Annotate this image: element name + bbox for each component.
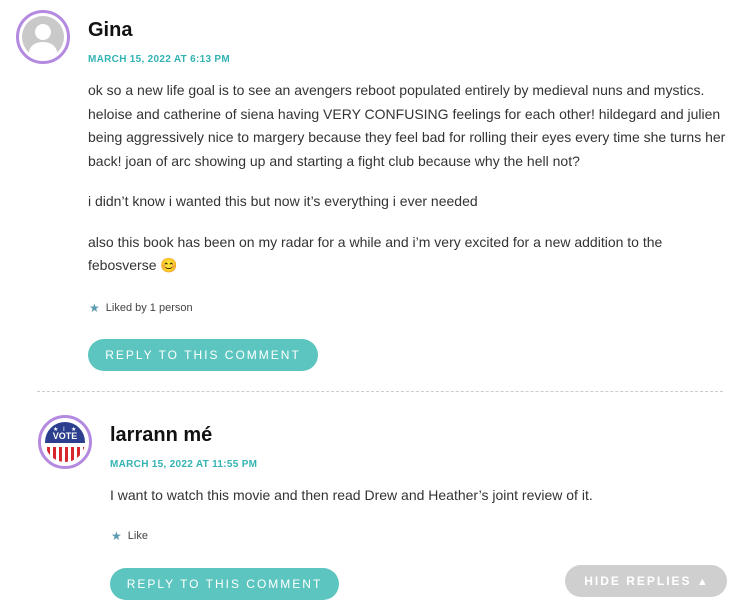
comment-paragraph: I want to watch this movie and then read… bbox=[110, 487, 593, 503]
reply-button[interactable]: REPLY TO THIS COMMENT bbox=[88, 339, 318, 371]
default-user-icon bbox=[28, 24, 58, 58]
comment-body: ok so a new life goal is to see an aveng… bbox=[88, 79, 728, 278]
comment-paragraph: i didn’t know i wanted this but now it’s… bbox=[88, 193, 478, 209]
comment-paragraph: ok so a new life goal is to see an aveng… bbox=[88, 82, 726, 169]
comment-paragraph: also this book has been on my radar for … bbox=[88, 231, 728, 278]
avatar[interactable]: ★ I ★ VOTE bbox=[38, 415, 92, 469]
likes-row[interactable]: ★ Liked by 1 person bbox=[89, 302, 193, 314]
comment-author[interactable]: larrann mé bbox=[110, 424, 212, 447]
comment-date[interactable]: MARCH 15, 2022 AT 11:55 PM bbox=[110, 459, 257, 470]
comment-author[interactable]: Gina bbox=[88, 19, 132, 42]
comment-date[interactable]: MARCH 15, 2022 AT 6:13 PM bbox=[88, 54, 230, 65]
hide-replies-label: HIDE REPLIES bbox=[584, 574, 692, 588]
hide-replies-button[interactable]: HIDE REPLIES ▲ bbox=[565, 565, 727, 597]
vote-badge-icon: ★ I ★ bbox=[44, 421, 86, 463]
likes-label: Liked by 1 person bbox=[105, 302, 193, 314]
reply-button[interactable]: REPLY TO THIS COMMENT bbox=[110, 568, 339, 600]
like-button[interactable]: ★ Like bbox=[111, 530, 148, 542]
comment-divider bbox=[37, 391, 723, 392]
like-label: Like bbox=[127, 530, 148, 542]
smile-emoji-icon: 😊 bbox=[160, 257, 178, 273]
star-icon: ★ bbox=[111, 529, 122, 543]
avatar[interactable] bbox=[16, 10, 70, 64]
triangle-up-icon: ▲ bbox=[696, 576, 708, 588]
avatar-label: VOTE bbox=[52, 431, 78, 441]
comment-body: I want to watch this movie and then read… bbox=[110, 484, 720, 508]
star-icon: ★ bbox=[89, 301, 100, 315]
